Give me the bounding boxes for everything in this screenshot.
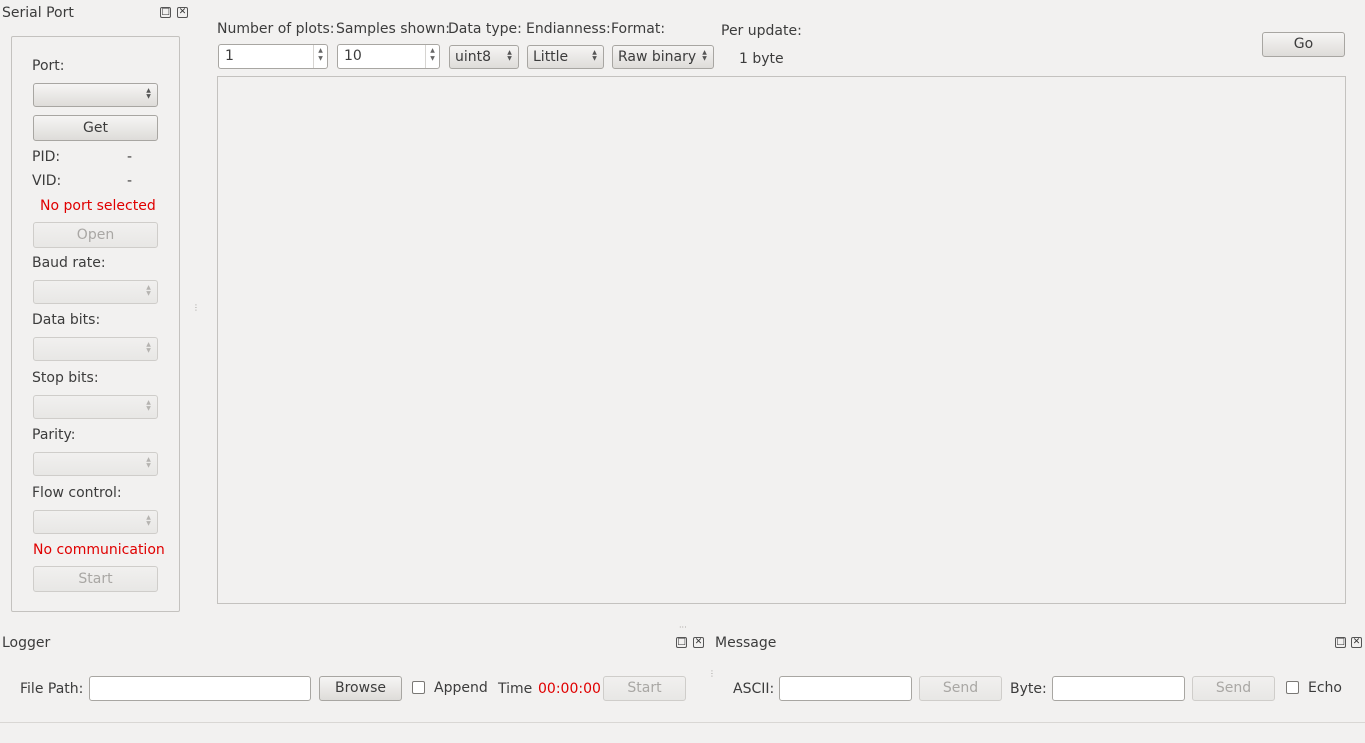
send-byte-button[interactable]: Send <box>1192 676 1275 701</box>
stop-bits-select[interactable]: ▲ ▼ <box>33 395 158 419</box>
format-value: Raw binary <box>618 49 697 65</box>
time-label: Time <box>498 681 533 697</box>
endianness-select[interactable]: Little ▲ ▼ <box>527 45 604 69</box>
format-select[interactable]: Raw binary ▲ ▼ <box>612 45 714 69</box>
close-icon[interactable]: ✕ <box>177 7 188 18</box>
logger-dock-title: Logger <box>2 635 51 651</box>
chevron-updown-icon: ▲ ▼ <box>702 49 707 62</box>
num-plots-label: Number of plots: <box>217 21 335 37</box>
file-path-label: File Path: <box>20 681 84 697</box>
float-icon[interactable]: □ <box>1335 637 1346 648</box>
chevron-updown-icon: ▲ ▼ <box>507 49 512 62</box>
open-button[interactable]: Open <box>33 222 158 248</box>
serial-dock-title: Serial Port <box>2 5 74 21</box>
flow-control-select[interactable]: ▲ ▼ <box>33 510 158 534</box>
close-icon[interactable]: ✕ <box>1351 637 1362 648</box>
parity-label: Parity: <box>32 427 76 443</box>
samples-value: 10 <box>344 48 362 64</box>
data-type-label: Data type: <box>448 21 522 37</box>
endianness-label: Endianness: <box>526 21 611 37</box>
float-icon[interactable]: □ <box>676 637 687 648</box>
pid-label: PID: <box>32 149 61 165</box>
logger-start-button[interactable]: Start <box>603 676 686 701</box>
float-icon[interactable]: □ <box>160 7 171 18</box>
byte-input[interactable] <box>1052 676 1185 701</box>
data-type-value: uint8 <box>455 49 492 65</box>
format-label: Format: <box>611 21 666 37</box>
comm-status: No communication <box>33 542 165 558</box>
chevron-updown-icon: ▲ ▼ <box>592 49 597 62</box>
data-type-select[interactable]: uint8 ▲ ▼ <box>449 45 519 69</box>
file-path-input[interactable] <box>89 676 311 701</box>
chevron-updown-icon: ▲ ▼ <box>146 456 151 469</box>
port-status: No port selected <box>40 198 156 214</box>
browse-button[interactable]: Browse <box>319 676 402 701</box>
message-dock-title: Message <box>715 635 777 651</box>
ascii-label: ASCII: <box>733 681 775 697</box>
flow-control-label: Flow control: <box>32 485 122 501</box>
append-label: Append <box>434 680 488 696</box>
samples-spinbox[interactable]: 10 ▲ ▼ <box>337 44 440 69</box>
byte-label: Byte: <box>1010 681 1047 697</box>
append-checkbox[interactable] <box>412 681 425 694</box>
spin-arrows-icon[interactable]: ▲ ▼ <box>425 45 439 68</box>
baud-rate-select[interactable]: ▲ ▼ <box>33 280 158 304</box>
stop-bits-label: Stop bits: <box>32 370 99 386</box>
chevron-updown-icon: ▲ ▼ <box>146 399 151 412</box>
port-label: Port: <box>32 58 65 74</box>
samples-label: Samples shown: <box>336 21 451 37</box>
pid-value: - <box>127 149 133 165</box>
vid-value: - <box>127 173 133 189</box>
vid-label: VID: <box>32 173 62 189</box>
data-bits-label: Data bits: <box>32 312 101 328</box>
splitter-handle-horizontal[interactable]: ··· <box>679 624 687 632</box>
serial-start-button[interactable]: Start <box>33 566 158 592</box>
per-update-value: 1 byte <box>739 51 784 67</box>
chevron-updown-icon: ▲ ▼ <box>146 514 151 527</box>
parity-select[interactable]: ▲ ▼ <box>33 452 158 476</box>
port-select[interactable]: ▲ ▼ <box>33 83 158 107</box>
status-bar <box>0 723 1365 743</box>
plot-area[interactable] <box>217 76 1346 604</box>
num-plots-value: 1 <box>225 48 234 64</box>
chevron-updown-icon: ▲ ▼ <box>146 341 151 354</box>
num-plots-spinbox[interactable]: 1 ▲ ▼ <box>218 44 328 69</box>
data-bits-select[interactable]: ▲ ▼ <box>33 337 158 361</box>
get-button[interactable]: Get <box>33 115 158 141</box>
endianness-value: Little <box>533 49 569 65</box>
chevron-updown-icon: ▲ ▼ <box>146 87 151 100</box>
send-ascii-button[interactable]: Send <box>919 676 1002 701</box>
splitter-handle-vertical[interactable]: ⋮ <box>708 670 716 678</box>
splitter-handle[interactable]: ⋮ <box>192 304 200 312</box>
close-icon[interactable]: ✕ <box>693 637 704 648</box>
ascii-input[interactable] <box>779 676 912 701</box>
echo-label: Echo <box>1308 680 1342 696</box>
spin-arrows-icon[interactable]: ▲ ▼ <box>313 45 327 68</box>
echo-checkbox[interactable] <box>1286 681 1299 694</box>
per-update-label: Per update: <box>721 23 802 39</box>
baud-rate-label: Baud rate: <box>32 255 106 271</box>
time-value: 00:00:00 <box>538 681 601 697</box>
chevron-updown-icon: ▲ ▼ <box>146 284 151 297</box>
go-button[interactable]: Go <box>1262 32 1345 57</box>
